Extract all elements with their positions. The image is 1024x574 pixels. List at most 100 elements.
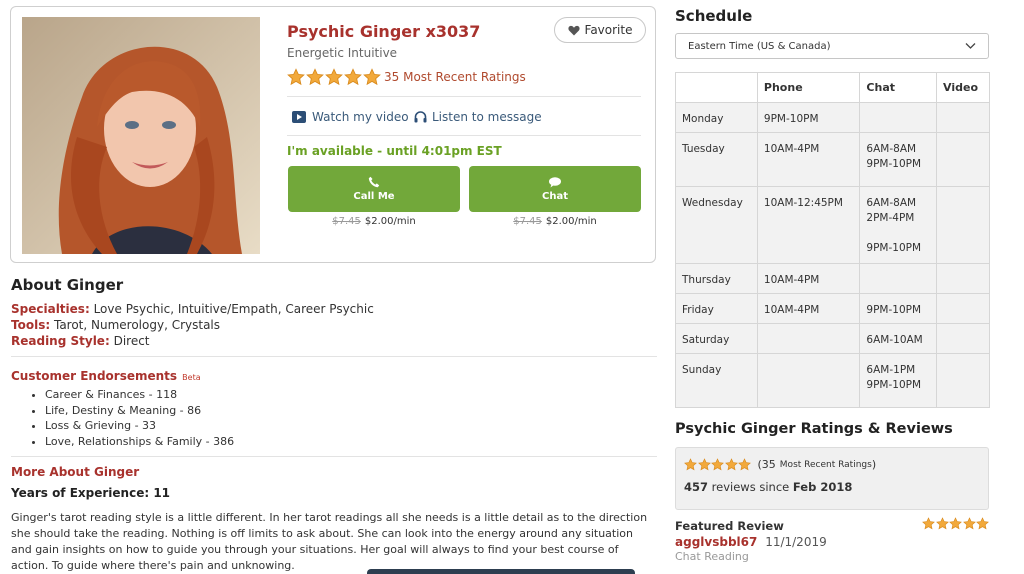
header-day [675, 72, 758, 103]
table-row: Wednesday 10AM-12:45PM 6AM-8AM 2PM-4PM 9… [675, 186, 990, 264]
tools-line: Tools: Tarot, Numerology, Crystals [11, 318, 220, 332]
rating-stars [287, 68, 382, 86]
list-item: Loss & Grieving - 33 [45, 418, 234, 434]
star-icon [724, 458, 738, 471]
phone-cell: 10AM-12:45PM [756, 186, 861, 264]
reviews-since-date: Feb 2018 [792, 480, 853, 494]
star-icon [287, 68, 305, 86]
day-cell: Saturday [675, 323, 758, 354]
video-cell [936, 186, 990, 264]
header-video: Video [936, 72, 990, 103]
chat-cell: 6AM-8AM 2PM-4PM 9PM-10PM [859, 186, 938, 264]
header-chat: Chat [859, 72, 938, 103]
chat-cell [859, 263, 938, 294]
video-cell [936, 293, 990, 324]
table-row: Friday 10AM-4PM 9PM-10PM [675, 293, 990, 324]
phone-cell [756, 323, 861, 354]
favorite-label: Favorite [584, 23, 633, 37]
chat-label: Chat [542, 190, 568, 202]
call-current-price: $2.00/min [364, 216, 416, 227]
reviews-since-line: 457 reviews since Feb 2018 [684, 480, 852, 494]
day-cell: Tuesday [675, 132, 758, 187]
star-icon [306, 68, 324, 86]
featured-review-stars [922, 517, 990, 530]
endorsements-heading: Customer Endorsements Beta [11, 365, 201, 384]
chat-cell: 6AM-8AM 9PM-10PM [859, 132, 938, 187]
watch-video-link[interactable]: Watch my video [292, 110, 409, 124]
psychic-subtitle: Energetic Intuitive [287, 46, 398, 60]
chat-cell: 6AM-1PM 9PM-10PM [859, 353, 938, 408]
bottom-bar[interactable] [367, 569, 635, 574]
divider [11, 456, 657, 457]
phone-cell: 10AM-4PM [756, 293, 861, 324]
reading-style-value: Direct [113, 334, 150, 348]
star-icon [684, 458, 697, 471]
day-cell: Thursday [675, 263, 758, 294]
reviews-since-label: reviews since [711, 480, 790, 494]
chat-button[interactable]: Chat [469, 166, 641, 212]
rating-count[interactable]: 35 Most Recent Ratings [384, 70, 526, 84]
headphones-icon [414, 111, 427, 123]
video-cell [936, 323, 990, 354]
divider [11, 356, 657, 357]
listen-message-label: Listen to message [432, 110, 542, 124]
phone-cell: 10AM-4PM [756, 263, 861, 294]
reviewer-name[interactable]: agglvsbbl67 [675, 535, 757, 549]
divider [287, 135, 641, 136]
video-cell [936, 353, 990, 408]
video-cell [936, 102, 990, 133]
review-type: Chat Reading [675, 550, 749, 563]
table-header-row: Phone Chat Video [675, 72, 990, 103]
listen-message-link[interactable]: Listen to message [414, 110, 542, 124]
chat-cell [859, 102, 938, 133]
summary-count-close: ) [871, 458, 877, 471]
specialties-line: Specialties: Love Psychic, Intuitive/Emp… [11, 302, 374, 316]
day-cell: Friday [675, 293, 758, 324]
chat-cell: 9PM-10PM [859, 293, 938, 324]
heart-icon [567, 25, 580, 36]
list-item: Career & Finances - 118 [45, 387, 234, 403]
day-cell: Wednesday [675, 186, 758, 264]
psychic-photo [22, 17, 260, 254]
day-cell: Sunday [675, 353, 758, 408]
phone-cell [756, 353, 861, 408]
schedule-table: Phone Chat Video Monday 9PM-10PM Tuesday… [675, 72, 990, 408]
reading-style-label: Reading Style: [11, 334, 110, 348]
star-icon [949, 517, 962, 530]
review-date: 11/1/2019 [765, 535, 827, 549]
table-row: Tuesday 10AM-4PM 6AM-8AM 9PM-10PM [675, 132, 990, 187]
reviews-summary: (35 Most Recent Ratings ) 457 reviews si… [675, 447, 989, 510]
star-icon [738, 458, 751, 471]
list-item: Life, Destiny & Meaning - 86 [45, 403, 234, 419]
header-phone: Phone [756, 72, 861, 103]
chat-cell: 6AM-10AM [859, 323, 938, 354]
featured-review-author: agglvsbbl67 11/1/2019 [675, 535, 827, 549]
chevron-down-icon [965, 40, 976, 54]
featured-review-label: Featured Review [675, 519, 784, 533]
reading-style-line: Reading Style: Direct [11, 334, 150, 348]
phone-icon [368, 176, 380, 188]
summary-rating: (35 Most Recent Ratings ) [684, 458, 876, 471]
summary-count-label: Most Recent Ratings [779, 459, 872, 470]
star-icon [962, 517, 976, 530]
star-icon [363, 68, 381, 86]
star-icon [922, 517, 935, 530]
favorite-button[interactable]: Favorite [554, 17, 646, 43]
star-icon [935, 517, 949, 530]
star-icon [711, 458, 724, 471]
timezone-select[interactable]: Eastern Time (US & Canada) [675, 33, 989, 59]
psychic-name[interactable]: Psychic Ginger x3037 [287, 22, 480, 41]
video-cell [936, 132, 990, 187]
specialties-label: Specialties: [11, 302, 90, 316]
endorsements-title: Customer Endorsements [11, 369, 178, 383]
summary-stars [684, 458, 752, 471]
more-about-title: More About Ginger [11, 465, 140, 479]
endorsements-list: Career & Finances - 118 Life, Destiny & … [11, 387, 234, 449]
timezone-value: Eastern Time (US & Canada) [688, 40, 831, 52]
call-me-button[interactable]: Call Me [288, 166, 460, 212]
star-icon [697, 458, 711, 471]
chat-current-price: $2.00/min [545, 216, 597, 227]
beta-badge: Beta [182, 373, 201, 382]
schedule-title: Schedule [675, 7, 753, 25]
call-price: $7.45 $2.00/min [288, 216, 460, 227]
